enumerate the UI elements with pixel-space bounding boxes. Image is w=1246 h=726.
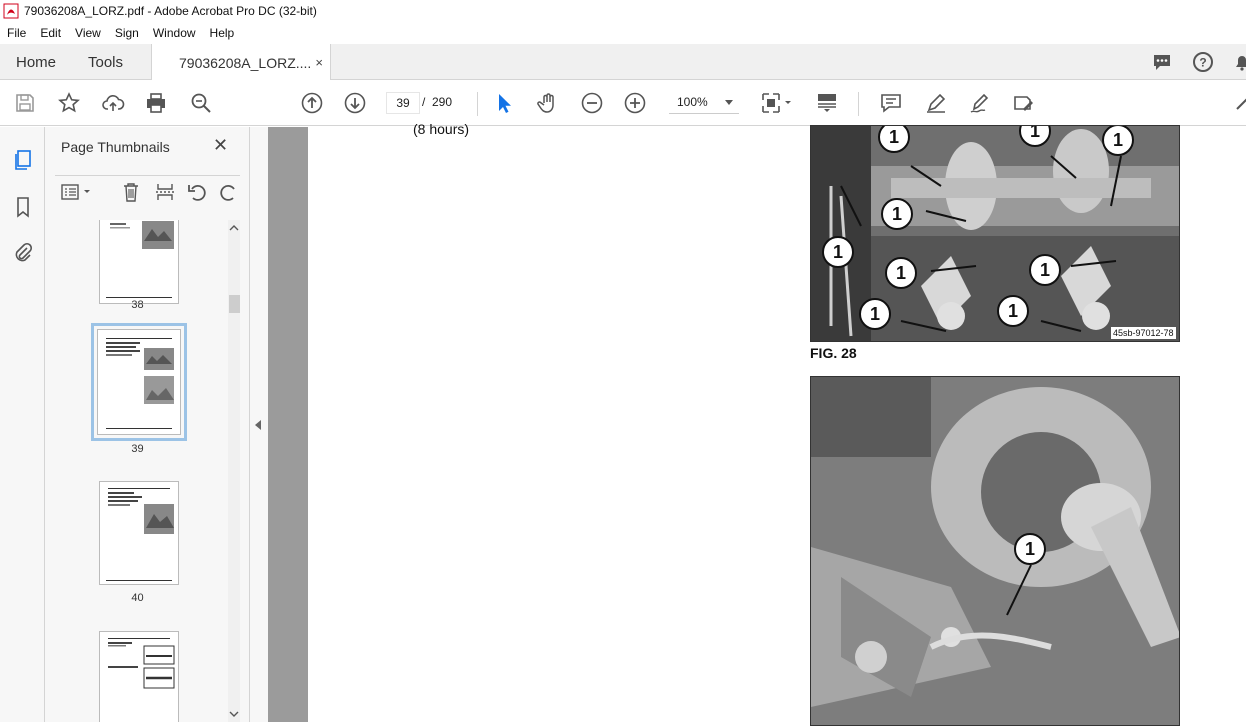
menu-view[interactable]: View xyxy=(68,26,108,40)
draw-sign-icon[interactable] xyxy=(967,90,993,116)
cloud-upload-icon[interactable] xyxy=(100,90,126,116)
page-fit-icon[interactable] xyxy=(758,90,796,116)
thumbnail-list: 38 39 40 xyxy=(45,220,230,722)
panel-close-icon[interactable]: ✕ xyxy=(213,135,228,156)
print-icon[interactable] xyxy=(143,90,169,116)
callout-marker: 1 xyxy=(997,295,1029,327)
callout-marker: 1 xyxy=(1102,126,1134,156)
page-total: 290 xyxy=(432,95,453,109)
menu-help[interactable]: Help xyxy=(203,26,242,40)
panel-toolbar xyxy=(55,175,240,205)
help-icon[interactable]: ? xyxy=(1191,50,1215,74)
figure-code: 45sb-97012-78 xyxy=(1111,327,1176,339)
rotate-clockwise-icon[interactable] xyxy=(217,180,241,204)
delete-trash-icon[interactable] xyxy=(119,180,143,204)
toolbar-divider xyxy=(858,92,859,116)
page-thumbnails-panel: Page Thumbnails ✕ 38 39 40 xyxy=(45,127,250,722)
save-icon[interactable] xyxy=(12,90,38,116)
tab-document-label: 79036208A_LORZ.... xyxy=(179,54,312,71)
rotate-counterclockwise-icon[interactable] xyxy=(185,180,209,204)
scroll-up-icon[interactable] xyxy=(228,222,240,234)
callout-marker: 1 xyxy=(881,198,913,230)
scroll-down-icon[interactable] xyxy=(228,708,240,720)
thumbnail-page-label: 39 xyxy=(131,443,144,455)
document-page: (8 hours) 1 1 1 1 1 1 1 1 1 45sb-97012-7… xyxy=(308,121,1246,726)
scroll-mode-icon[interactable] xyxy=(814,90,840,116)
figure-28-image: 1 1 1 1 1 1 1 1 1 45sb-97012-78 xyxy=(810,125,1180,342)
previous-page-icon[interactable] xyxy=(299,90,325,116)
zoom-level-dropdown[interactable]: 100% xyxy=(669,92,739,114)
more-tools-icon[interactable] xyxy=(1232,90,1246,116)
title-bar: 79036208A_LORZ.pdf - Adobe Acrobat Pro D… xyxy=(0,0,1246,22)
page-thumbnail[interactable] xyxy=(99,631,179,722)
tab-tools[interactable]: Tools xyxy=(88,44,123,80)
page-thumbnail[interactable] xyxy=(99,481,179,585)
tab-home[interactable]: Home xyxy=(16,44,56,80)
figure-image: 1 xyxy=(810,376,1180,726)
page-thumbnails-icon[interactable] xyxy=(10,147,36,173)
document-text: (8 hours) xyxy=(413,121,470,137)
comment-icon[interactable] xyxy=(878,90,904,116)
comment-bubble-icon[interactable] xyxy=(1150,50,1174,74)
menu-sign[interactable]: Sign xyxy=(108,26,146,40)
zoom-search-icon[interactable] xyxy=(188,90,214,116)
zoom-level-value: 100% xyxy=(677,95,708,109)
zoom-in-icon[interactable] xyxy=(622,90,648,116)
select-cursor-icon[interactable] xyxy=(491,90,517,116)
bookmark-star-icon[interactable] xyxy=(56,90,82,116)
bookmarks-icon[interactable] xyxy=(10,194,36,220)
window-title: 79036208A_LORZ.pdf - Adobe Acrobat Pro D… xyxy=(24,4,317,18)
acrobat-app-icon xyxy=(3,3,19,19)
scrollbar-thumb[interactable] xyxy=(229,295,240,313)
panel-title: Page Thumbnails xyxy=(61,139,170,155)
notifications-bell-icon[interactable] xyxy=(1230,50,1246,74)
next-page-icon[interactable] xyxy=(342,90,368,116)
thumbnail-scrollbar[interactable] xyxy=(228,220,240,722)
menu-file[interactable]: File xyxy=(0,26,33,40)
tab-document[interactable]: 79036208A_LORZ.... × xyxy=(151,44,331,81)
page-separator: / xyxy=(422,95,426,109)
callout-marker: 1 xyxy=(1014,533,1046,565)
page-thumbnail[interactable] xyxy=(99,220,179,304)
page-thumbnail-selected[interactable] xyxy=(91,323,187,441)
page-number-input[interactable]: 39 xyxy=(386,92,420,114)
callout-marker: 1 xyxy=(885,257,917,289)
callout-marker: 1 xyxy=(822,236,854,268)
extract-pages-icon[interactable] xyxy=(153,180,177,204)
thumbnail-options-icon[interactable] xyxy=(59,180,95,204)
callout-marker: 1 xyxy=(1029,254,1061,286)
highlight-pen-icon[interactable] xyxy=(923,90,949,116)
chevron-down-icon xyxy=(725,100,733,105)
zoom-out-icon[interactable] xyxy=(579,90,605,116)
fill-sign-icon[interactable] xyxy=(1010,90,1036,116)
thumbnail-page-label: 40 xyxy=(131,592,144,604)
callout-marker: 1 xyxy=(859,298,891,330)
hand-tool-icon[interactable] xyxy=(535,90,561,116)
figure-caption: FIG. 28 xyxy=(810,345,857,361)
collapse-arrow-icon xyxy=(255,420,261,430)
menu-bar: File Edit View Sign Window Help xyxy=(0,22,1246,44)
attachments-paperclip-icon[interactable] xyxy=(10,239,36,265)
menu-window[interactable]: Window xyxy=(146,26,203,40)
main-toolbar: 39 / 290 100% xyxy=(0,80,1246,126)
left-navigation-rail xyxy=(0,127,45,722)
tab-bar: Home Tools 79036208A_LORZ.... × ? xyxy=(0,44,1246,81)
thumbnail-page-label: 38 xyxy=(131,299,144,311)
svg-text:?: ? xyxy=(1199,56,1206,70)
tab-close-icon[interactable]: × xyxy=(315,55,323,70)
menu-edit[interactable]: Edit xyxy=(33,26,68,40)
toolbar-divider xyxy=(477,92,478,116)
panel-collapse-handle[interactable] xyxy=(250,127,268,722)
